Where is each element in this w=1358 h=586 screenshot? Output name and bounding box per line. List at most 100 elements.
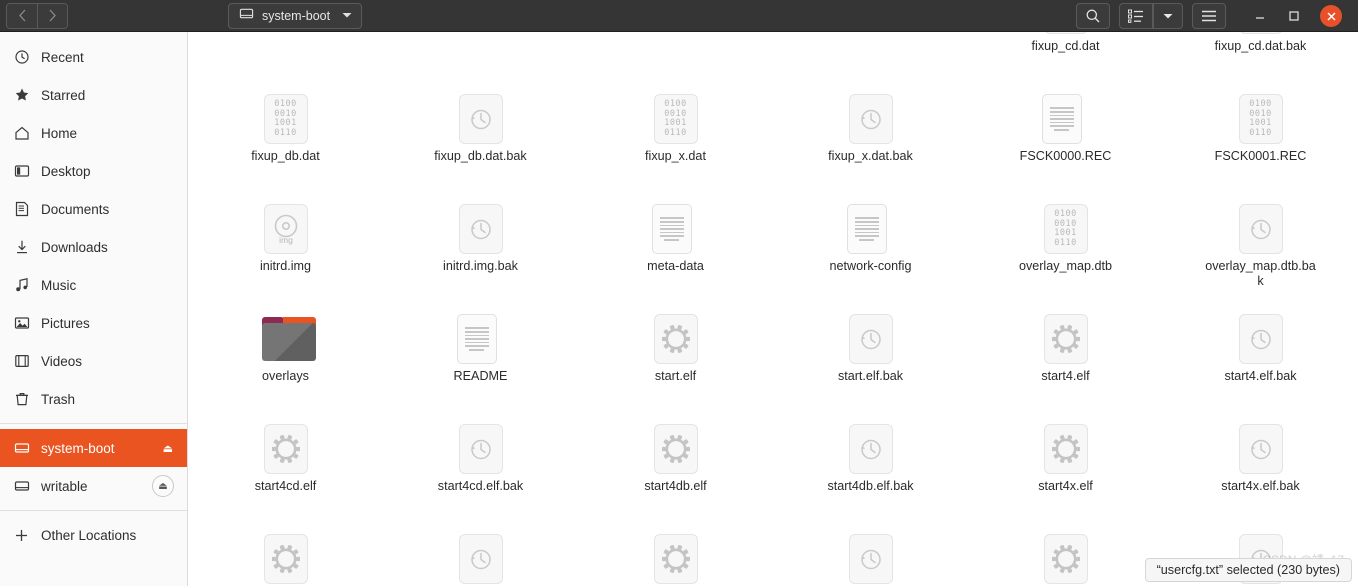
home-icon xyxy=(13,125,30,142)
file-label: start4x.elf xyxy=(1038,479,1093,493)
file-grid-area[interactable]: bakbakbakbak0100001010010110fixup_cd.dat… xyxy=(188,32,1358,586)
backup-file-icon xyxy=(458,424,503,474)
sidebar-item-recent[interactable]: Recent xyxy=(0,38,187,76)
file-label: initrd.img.bak xyxy=(443,259,518,273)
back-button[interactable] xyxy=(7,3,37,28)
file-item[interactable]: start4cd.elf.bak xyxy=(383,414,578,524)
sidebar-item-videos[interactable]: Videos xyxy=(0,342,187,380)
sidebar-item-trash[interactable]: Trash xyxy=(0,380,187,418)
file-item[interactable]: README xyxy=(383,304,578,414)
eject-icon[interactable]: ⏏ xyxy=(163,442,173,455)
file-item[interactable]: start.elf xyxy=(578,304,773,414)
minimize-button[interactable] xyxy=(1252,8,1268,24)
file-item[interactable]: 0100 0010 1001 0110 fixup_db.dat xyxy=(188,84,383,194)
sidebar-item-label: Trash xyxy=(41,391,76,407)
eject-icon[interactable]: ⏏ xyxy=(152,475,174,497)
backup-file-icon xyxy=(848,94,893,144)
hamburger-menu-icon[interactable] xyxy=(1192,3,1226,29)
executable-file-icon xyxy=(263,424,308,474)
file-item[interactable]: start4cd.elf xyxy=(188,414,383,524)
executable-file-icon xyxy=(1043,424,1088,474)
file-icon: 0100 0010 1001 0110 xyxy=(1042,204,1090,254)
binary-file-icon: 0100001010010110 xyxy=(1043,32,1088,34)
sidebar-item-label: Pictures xyxy=(41,315,90,331)
file-item[interactable]: start_db.elf xyxy=(578,524,773,586)
sidebar-item-music[interactable]: Music xyxy=(0,266,187,304)
file-manager-window: system-boot Recent Starred Home Desktop … xyxy=(0,0,1358,586)
doc-line xyxy=(854,235,879,237)
doc-line xyxy=(854,217,879,220)
sidebar-volume-system-boot[interactable]: system-boot ⏏ xyxy=(0,429,187,467)
file-item[interactable]: fixup_x.dat.bak xyxy=(773,84,968,194)
sidebar-item-label: Other Locations xyxy=(41,527,137,543)
doc-line xyxy=(464,331,489,333)
file-item[interactable]: start4.elf xyxy=(968,304,1163,414)
file-label: fixup_cd.dat.bak xyxy=(1214,39,1307,53)
file-item[interactable]: network-config xyxy=(773,194,968,304)
file-item[interactable]: meta-data xyxy=(578,194,773,304)
sidebar-item-documents[interactable]: Documents xyxy=(0,190,187,228)
path-bar-button[interactable]: system-boot xyxy=(228,3,363,29)
file-label: start4.elf.bak xyxy=(1224,369,1297,383)
sidebar-item-pictures[interactable]: Pictures xyxy=(0,304,187,342)
sidebar-item-starred[interactable]: Starred xyxy=(0,76,187,114)
search-icon[interactable] xyxy=(1076,3,1110,29)
file-label: fixup_x.dat xyxy=(645,149,706,163)
file-item[interactable]: overlays xyxy=(188,304,383,414)
sidebar: Recent Starred Home Desktop Documents Downloa… xyxy=(0,32,188,586)
file-item[interactable]: FSCK0000.REC xyxy=(968,84,1163,194)
sidebar-item-downloads[interactable]: Downloads xyxy=(0,228,187,266)
sidebar-item-label: Videos xyxy=(41,353,83,369)
file-item[interactable]: start_cd.elf xyxy=(188,524,383,586)
file-item[interactable]: 0100 0010 1001 0110 overlay_map.dtb xyxy=(968,194,1163,304)
close-button[interactable] xyxy=(1320,5,1342,27)
file-item[interactable]: img initrd.img xyxy=(188,194,383,304)
file-icon xyxy=(1042,534,1090,584)
file-item[interactable]: start_x.elf xyxy=(968,524,1163,586)
doc-line xyxy=(1054,128,1069,131)
file-item[interactable]: start4x.elf xyxy=(968,414,1163,524)
file-item[interactable]: start4db.elf xyxy=(578,414,773,524)
file-icon xyxy=(457,204,505,254)
file-item[interactable]: overlay_map.dtb.bak xyxy=(1163,194,1358,304)
header-right xyxy=(1076,0,1358,32)
star-icon xyxy=(13,87,30,104)
window-controls xyxy=(1252,5,1342,27)
file-item[interactable]: 0100 0010 1001 0110 fixup_x.dat xyxy=(578,84,773,194)
file-item[interactable]: 0100 0010 1001 0110 FSCK0001.REC xyxy=(1163,84,1358,194)
sidebar-item-label: Recent xyxy=(41,49,84,65)
file-item[interactable]: 0100001010010110 fixup_cd.dat xyxy=(968,32,1163,84)
list-view-icon[interactable] xyxy=(1119,3,1153,29)
maximize-button[interactable] xyxy=(1286,8,1302,24)
text-file-icon xyxy=(1041,94,1090,144)
sidebar-item-other-locations[interactable]: Other Locations xyxy=(0,516,187,554)
file-item[interactable]: start.elf.bak xyxy=(773,304,968,414)
file-icon xyxy=(457,534,505,584)
file-icon xyxy=(847,534,895,584)
file-item[interactable]: start_db.elf.bak xyxy=(773,524,968,586)
view-options-chevron-down-icon[interactable] xyxy=(1153,3,1183,29)
backup-file-icon xyxy=(458,534,503,584)
sidebar-volume-writable[interactable]: writable ⏏ xyxy=(0,467,187,505)
doc-line xyxy=(659,235,684,237)
file-item[interactable]: initrd.img.bak xyxy=(383,194,578,304)
sidebar-volume-label: writable xyxy=(41,478,88,494)
header-bar: system-boot xyxy=(0,0,1358,32)
sidebar-item-desktop[interactable]: Desktop xyxy=(0,152,187,190)
file-icon xyxy=(847,314,895,364)
file-item[interactable]: start4x.elf.bak xyxy=(1163,414,1358,524)
file-item[interactable]: start4db.elf.bak xyxy=(773,414,968,524)
file-item[interactable]: start_cd.elf.bak xyxy=(383,524,578,586)
file-item[interactable]: fixup_cd.dat.bak xyxy=(1163,32,1358,84)
file-item[interactable]: start4.elf.bak xyxy=(1163,304,1358,414)
clock-icon xyxy=(13,49,30,66)
chevron-down-icon[interactable] xyxy=(342,12,352,21)
file-label: start4cd.elf.bak xyxy=(437,479,524,493)
sidebar-item-label: Documents xyxy=(41,201,110,217)
sidebar-item-home[interactable]: Home xyxy=(0,114,187,152)
file-icon xyxy=(456,314,505,364)
forward-button[interactable] xyxy=(37,3,67,28)
binary-file-icon: 0100001010010110 xyxy=(653,94,698,144)
doc-line xyxy=(1049,107,1074,110)
file-item[interactable]: fixup_db.dat.bak xyxy=(383,84,578,194)
